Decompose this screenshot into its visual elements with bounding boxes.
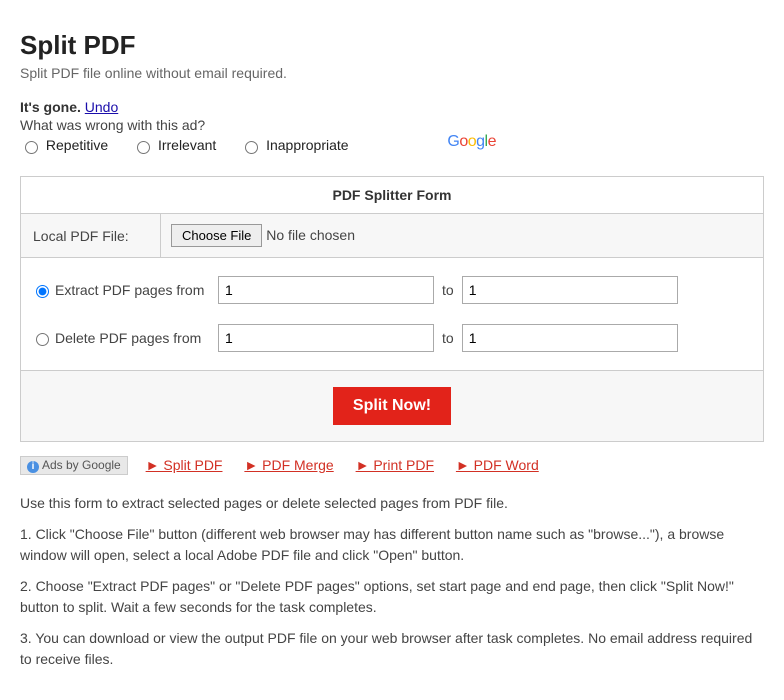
delete-radio[interactable]	[36, 333, 49, 346]
extract-label: Extract PDF pages from	[55, 282, 210, 298]
file-label: Local PDF File:	[21, 214, 161, 258]
instructions: Use this form to extract selected pages …	[20, 493, 764, 670]
instructions-step2: 2. Choose "Extract PDF pages" or "Delete…	[20, 576, 764, 618]
ad-undo-link[interactable]: Undo	[85, 99, 118, 115]
ad-link-print-pdf[interactable]: ► Print PDF	[356, 457, 434, 473]
delete-label: Delete PDF pages from	[55, 330, 210, 346]
ad-gone-label: It's gone.	[20, 99, 81, 115]
ad-option-inappropriate[interactable]	[245, 141, 258, 154]
pdf-splitter-form: PDF Splitter Form Local PDF File: Choose…	[20, 176, 764, 442]
ad-link-pdf-merge[interactable]: ► PDF Merge	[244, 457, 333, 473]
split-now-button[interactable]: Split Now!	[333, 387, 451, 425]
ad-option-repetitive-text: Repetitive	[46, 137, 108, 153]
ad-option-repetitive-label[interactable]: Repetitive	[20, 137, 112, 153]
instructions-step1: 1. Click "Choose File" button (different…	[20, 524, 764, 566]
ad-link-pdf-word[interactable]: ► PDF Word	[456, 457, 539, 473]
extract-radio[interactable]	[36, 285, 49, 298]
extract-to-label: to	[442, 282, 454, 298]
ads-by-google-badge[interactable]: iAds by Google	[20, 456, 128, 475]
extract-to-input[interactable]	[462, 276, 678, 304]
ad-links-row: iAds by Google ► Split PDF ► PDF Merge ►…	[20, 456, 764, 475]
ad-wrong-question: What was wrong with this ad?	[20, 117, 764, 133]
file-chosen-text: No file chosen	[266, 227, 355, 243]
delete-from-input[interactable]	[218, 324, 434, 352]
ad-feedback-block: It's gone. Undo What was wrong with this…	[20, 99, 764, 154]
page-subtitle: Split PDF file online without email requ…	[20, 65, 764, 81]
ad-option-irrelevant-text: Irrelevant	[158, 137, 216, 153]
ad-option-irrelevant[interactable]	[137, 141, 150, 154]
delete-to-input[interactable]	[462, 324, 678, 352]
info-icon: i	[27, 461, 39, 473]
extract-from-input[interactable]	[218, 276, 434, 304]
page-title: Split PDF	[20, 30, 764, 61]
delete-to-label: to	[442, 330, 454, 346]
instructions-intro: Use this form to extract selected pages …	[20, 493, 764, 514]
ad-option-inappropriate-text: Inappropriate	[266, 137, 349, 153]
form-header: PDF Splitter Form	[21, 177, 764, 214]
ads-badge-text: Ads by Google	[42, 458, 121, 472]
choose-file-button[interactable]: Choose File	[171, 224, 262, 247]
google-logo: Google	[447, 133, 496, 151]
ad-option-irrelevant-label[interactable]: Irrelevant	[132, 137, 220, 153]
instructions-step3: 3. You can download or view the output P…	[20, 628, 764, 670]
ad-link-split-pdf[interactable]: ► Split PDF	[146, 457, 223, 473]
ad-option-inappropriate-label[interactable]: Inappropriate	[240, 137, 348, 153]
ad-option-repetitive[interactable]	[25, 141, 38, 154]
